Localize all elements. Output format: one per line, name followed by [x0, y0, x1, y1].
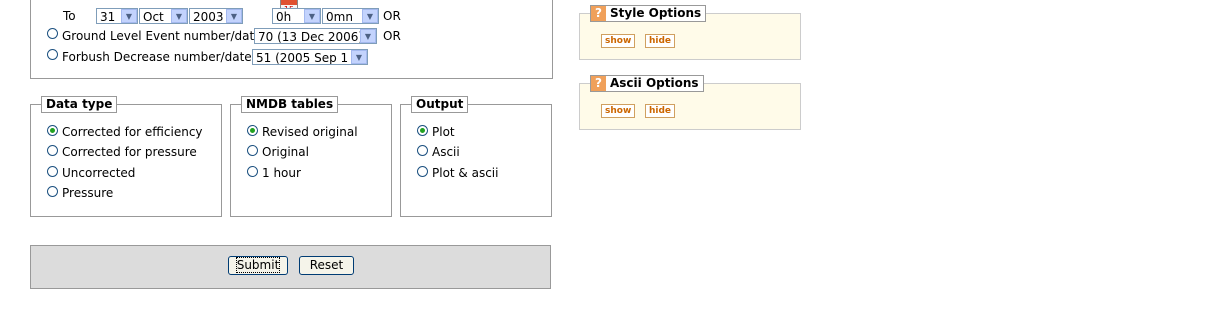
- ascii-show-button[interactable]: show: [601, 104, 636, 118]
- output-radio-plot[interactable]: [417, 125, 428, 136]
- ascii-hide-button[interactable]: hide: [645, 104, 676, 118]
- style-hide-button[interactable]: hide: [645, 34, 676, 48]
- nmdb-tables-legend: NMDB tables: [241, 96, 339, 113]
- or-label: OR: [383, 29, 401, 43]
- chevron-down-icon: ▼: [362, 9, 378, 23]
- to-minute-select[interactable]: 0mn ▼: [322, 8, 379, 24]
- chevron-down-icon: ▼: [121, 9, 137, 23]
- chevron-down-icon: ▼: [304, 9, 320, 23]
- help-icon[interactable]: ?: [591, 76, 606, 91]
- to-hour-select[interactable]: 0h ▼: [272, 8, 321, 24]
- datatype-label: Corrected for efficiency: [62, 125, 203, 139]
- to-hour-value: 0h: [276, 10, 292, 24]
- submit-button[interactable]: Submit: [228, 256, 288, 275]
- style-show-button[interactable]: show: [601, 34, 636, 48]
- gle-radio[interactable]: [47, 28, 58, 39]
- datatype-radio-uncorrected[interactable]: [47, 166, 58, 177]
- output-label: Ascii: [432, 145, 460, 159]
- to-minute-value: 0mn: [326, 10, 353, 24]
- style-options-legend: ? Style Options: [590, 5, 707, 22]
- output-label: Plot: [432, 125, 455, 139]
- time-selection-panel: To 31▼ Oct▼ 2003▼ 15 0h▼ 0mn▼ OR Ground …: [30, 0, 553, 79]
- chevron-down-icon: ▼: [360, 29, 376, 43]
- forbush-radio[interactable]: [47, 49, 58, 60]
- ascii-options-panel: ? Ascii Options show hide: [579, 75, 801, 130]
- style-options-panel: ? Style Options show hide: [579, 5, 801, 60]
- datatype-radio-pressure[interactable]: [47, 186, 58, 197]
- chevron-down-icon: ▼: [351, 50, 367, 64]
- to-year-select[interactable]: 2003 ▼: [189, 8, 243, 24]
- reset-button[interactable]: Reset: [299, 256, 354, 275]
- datatype-label: Pressure: [62, 186, 114, 200]
- gle-label: Ground Level Event number/date: [62, 29, 262, 43]
- tables-label: 1 hour: [262, 166, 301, 180]
- datatype-radio-pressure-corrected[interactable]: [47, 145, 58, 156]
- help-icon[interactable]: ?: [591, 6, 606, 21]
- tables-label: Original: [262, 145, 309, 159]
- to-label: To: [63, 9, 76, 23]
- data-type-fieldset: Data type Corrected for efficiency Corre…: [30, 96, 222, 217]
- datatype-radio-efficiency[interactable]: [47, 125, 58, 136]
- datatype-label: Corrected for pressure: [62, 145, 197, 159]
- reset-label: Reset: [309, 258, 344, 272]
- ascii-options-legend: ? Ascii Options: [590, 75, 704, 92]
- output-radio-plot-ascii[interactable]: [417, 166, 428, 177]
- forbush-value: 51 (2005 Sep 1: [256, 51, 349, 65]
- to-month-select[interactable]: Oct ▼: [139, 8, 188, 24]
- tables-radio-original[interactable]: [247, 145, 258, 156]
- style-options-title: Style Options: [610, 6, 702, 20]
- submit-label: Submit: [235, 257, 281, 273]
- gle-value: 70 (13 Dec 2006): [258, 30, 364, 44]
- chevron-down-icon: ▼: [171, 9, 187, 23]
- tables-radio-revised[interactable]: [247, 125, 258, 136]
- ascii-options-title: Ascii Options: [610, 76, 699, 90]
- output-label: Plot & ascii: [432, 166, 499, 180]
- output-legend: Output: [411, 96, 469, 113]
- output-fieldset: Output Plot Ascii Plot & ascii: [400, 96, 552, 217]
- to-day-value: 31: [100, 10, 116, 24]
- nmdb-tables-fieldset: NMDB tables Revised original Original 1 …: [230, 96, 392, 217]
- or-label: OR: [383, 9, 401, 23]
- forbush-select[interactable]: 51 (2005 Sep 1 ▼: [252, 49, 368, 65]
- output-radio-ascii[interactable]: [417, 145, 428, 156]
- to-year-value: 2003: [193, 10, 224, 24]
- datatype-label: Uncorrected: [62, 166, 136, 180]
- submit-bar: Submit Reset: [30, 245, 551, 289]
- chevron-down-icon: ▼: [226, 9, 242, 23]
- tables-radio-1hour[interactable]: [247, 166, 258, 177]
- gle-select[interactable]: 70 (13 Dec 2006) ▼: [254, 28, 377, 44]
- forbush-label: Forbush Decrease number/date: [62, 50, 252, 64]
- tables-label: Revised original: [262, 125, 358, 139]
- to-month-value: Oct: [143, 10, 164, 24]
- to-day-select[interactable]: 31 ▼: [96, 8, 138, 24]
- data-type-legend: Data type: [41, 96, 118, 113]
